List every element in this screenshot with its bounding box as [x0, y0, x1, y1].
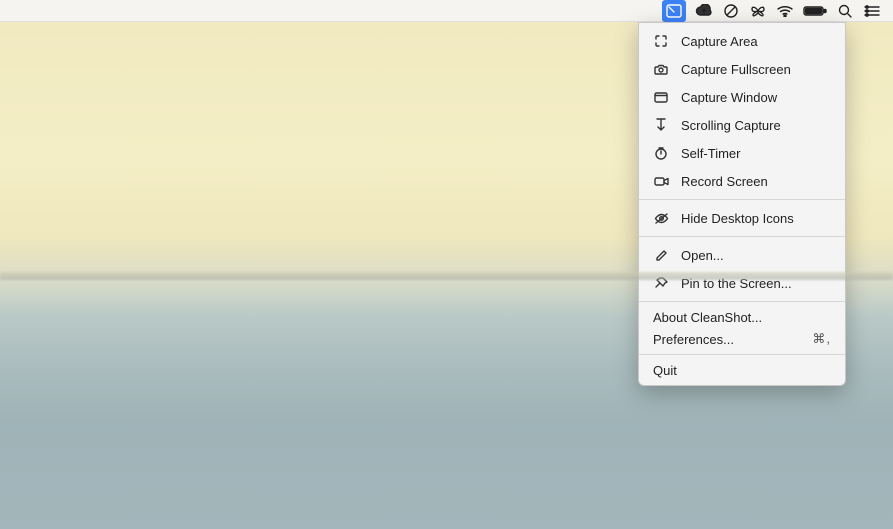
menu-item-capture-area[interactable]: Capture Area: [639, 27, 845, 55]
timer-icon: [653, 145, 669, 161]
menu-item-label: Capture Window: [681, 90, 831, 105]
menu-separator: [639, 301, 845, 302]
menu-separator: [639, 199, 845, 200]
spotlight-search-icon[interactable]: [836, 0, 854, 22]
menu-item-record-screen[interactable]: Record Screen: [639, 167, 845, 195]
menu-item-self-timer[interactable]: Self-Timer: [639, 139, 845, 167]
menu-item-label: Capture Area: [681, 34, 831, 49]
menu-separator: [639, 354, 845, 355]
cloud-upload-icon[interactable]: [695, 0, 713, 22]
window-icon: [653, 89, 669, 105]
arrow-down-icon: [653, 117, 669, 133]
pencil-icon: [653, 247, 669, 263]
menu-item-label: Self-Timer: [681, 146, 831, 161]
cleanshot-icon[interactable]: [662, 0, 686, 22]
menu-item-label: Scrolling Capture: [681, 118, 831, 133]
do-not-disturb-icon[interactable]: [722, 0, 740, 22]
menu-item-scrolling-capture[interactable]: Scrolling Capture: [639, 111, 845, 139]
menu-item-label: Capture Fullscreen: [681, 62, 831, 77]
menu-item-label: Open...: [681, 248, 831, 263]
menu-item-preferences[interactable]: Preferences... ⌘,: [639, 328, 845, 350]
menu-item-shortcut: ⌘,: [812, 331, 831, 347]
cleanshot-menu: Capture Area Capture Fullscreen Capture …: [638, 22, 846, 386]
menu-item-label: Record Screen: [681, 174, 831, 189]
capture-area-icon: [653, 33, 669, 49]
menu-item-about[interactable]: About CleanShot...: [639, 306, 845, 328]
butterfly-icon[interactable]: [749, 0, 767, 22]
control-center-icon[interactable]: [863, 0, 881, 22]
menu-item-label: Hide Desktop Icons: [681, 211, 831, 226]
menu-item-capture-fullscreen[interactable]: Capture Fullscreen: [639, 55, 845, 83]
menu-item-quit[interactable]: Quit: [639, 359, 845, 381]
menu-item-label: Pin to the Screen...: [681, 276, 831, 291]
menu-item-capture-window[interactable]: Capture Window: [639, 83, 845, 111]
menu-item-label: Quit: [653, 363, 831, 378]
eye-off-icon: [653, 210, 669, 226]
battery-icon[interactable]: [803, 0, 827, 22]
menu-item-label: Preferences...: [653, 332, 800, 347]
menu-item-pin-to-screen[interactable]: Pin to the Screen...: [639, 269, 845, 297]
pin-icon: [653, 275, 669, 291]
video-icon: [653, 173, 669, 189]
menu-item-hide-desktop-icons[interactable]: Hide Desktop Icons: [639, 204, 845, 232]
menu-separator: [639, 236, 845, 237]
menubar: [0, 0, 893, 22]
menu-item-label: About CleanShot...: [653, 310, 831, 325]
camera-icon: [653, 61, 669, 77]
wifi-icon[interactable]: [776, 0, 794, 22]
menu-item-open[interactable]: Open...: [639, 241, 845, 269]
